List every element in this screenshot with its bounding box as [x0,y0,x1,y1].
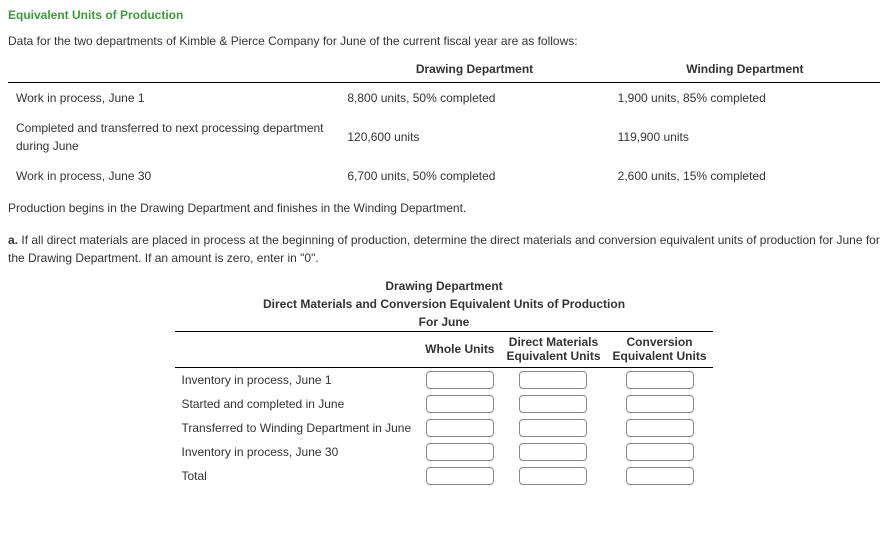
input-dm-r3[interactable] [519,419,587,437]
col-head-dm: Direct MaterialsEquivalent Units [500,332,606,368]
intro-text: Data for the two departments of Kimble &… [8,32,880,50]
cell-value: 119,900 units [610,113,880,161]
table-row: Completed and transferred to next proces… [8,113,880,161]
answer-table: Whole Units Direct MaterialsEquivalent U… [175,331,712,488]
answer-row: Inventory in process, June 30 [175,440,712,464]
answer-row: Inventory in process, June 1 [175,367,712,392]
answer-row-label: Inventory in process, June 1 [175,367,419,392]
question-a: a. If all direct materials are placed in… [8,231,880,267]
section-title: Equivalent Units of Production [8,6,880,24]
table-row: Work in process, June 30 6,700 units, 50… [8,161,880,191]
input-whole-units-r1[interactable] [426,371,494,389]
input-dm-r4[interactable] [519,443,587,461]
input-conv-r4[interactable] [626,443,694,461]
col-head-whole-units: Whole Units [419,332,500,368]
input-whole-units-r4[interactable] [426,443,494,461]
answer-row-label: Total [175,464,419,488]
answer-row-label: Inventory in process, June 30 [175,440,419,464]
input-whole-units-total[interactable] [426,467,494,485]
table-row: Work in process, June 1 8,800 units, 50%… [8,83,880,114]
cell-value: 1,900 units, 85% completed [610,83,880,114]
cell-value: 6,700 units, 50% completed [339,161,609,191]
answer-row-total: Total [175,464,712,488]
input-dm-total[interactable] [519,467,587,485]
input-dm-r2[interactable] [519,395,587,413]
input-conv-total[interactable] [626,467,694,485]
note-text: Production begins in the Drawing Departm… [8,199,880,217]
col-header-winding: Winding Department [610,56,880,83]
cell-value: 8,800 units, 50% completed [339,83,609,114]
cell-value: 2,600 units, 15% completed [610,161,880,191]
input-conv-r3[interactable] [626,419,694,437]
col-head-conv: ConversionEquivalent Units [607,332,713,368]
answer-header-line3: For June [8,313,880,331]
answer-header-line2: Direct Materials and Conversion Equivale… [8,295,880,313]
answer-header-line1: Drawing Department [8,277,880,295]
input-whole-units-r3[interactable] [426,419,494,437]
row-label: Completed and transferred to next proces… [8,113,339,161]
input-dm-r1[interactable] [519,371,587,389]
col-header-drawing: Drawing Department [339,56,609,83]
cell-value: 120,600 units [339,113,609,161]
question-a-text: If all direct materials are placed in pr… [8,233,880,265]
data-table: Drawing Department Winding Department Wo… [8,56,880,191]
input-whole-units-r2[interactable] [426,395,494,413]
row-label: Work in process, June 30 [8,161,339,191]
answer-row-label: Transferred to Winding Department in Jun… [175,416,419,440]
input-conv-r1[interactable] [626,371,694,389]
input-conv-r2[interactable] [626,395,694,413]
row-label: Work in process, June 1 [8,83,339,114]
answer-row-label: Started and completed in June [175,392,419,416]
answer-row: Started and completed in June [175,392,712,416]
answer-row: Transferred to Winding Department in Jun… [175,416,712,440]
